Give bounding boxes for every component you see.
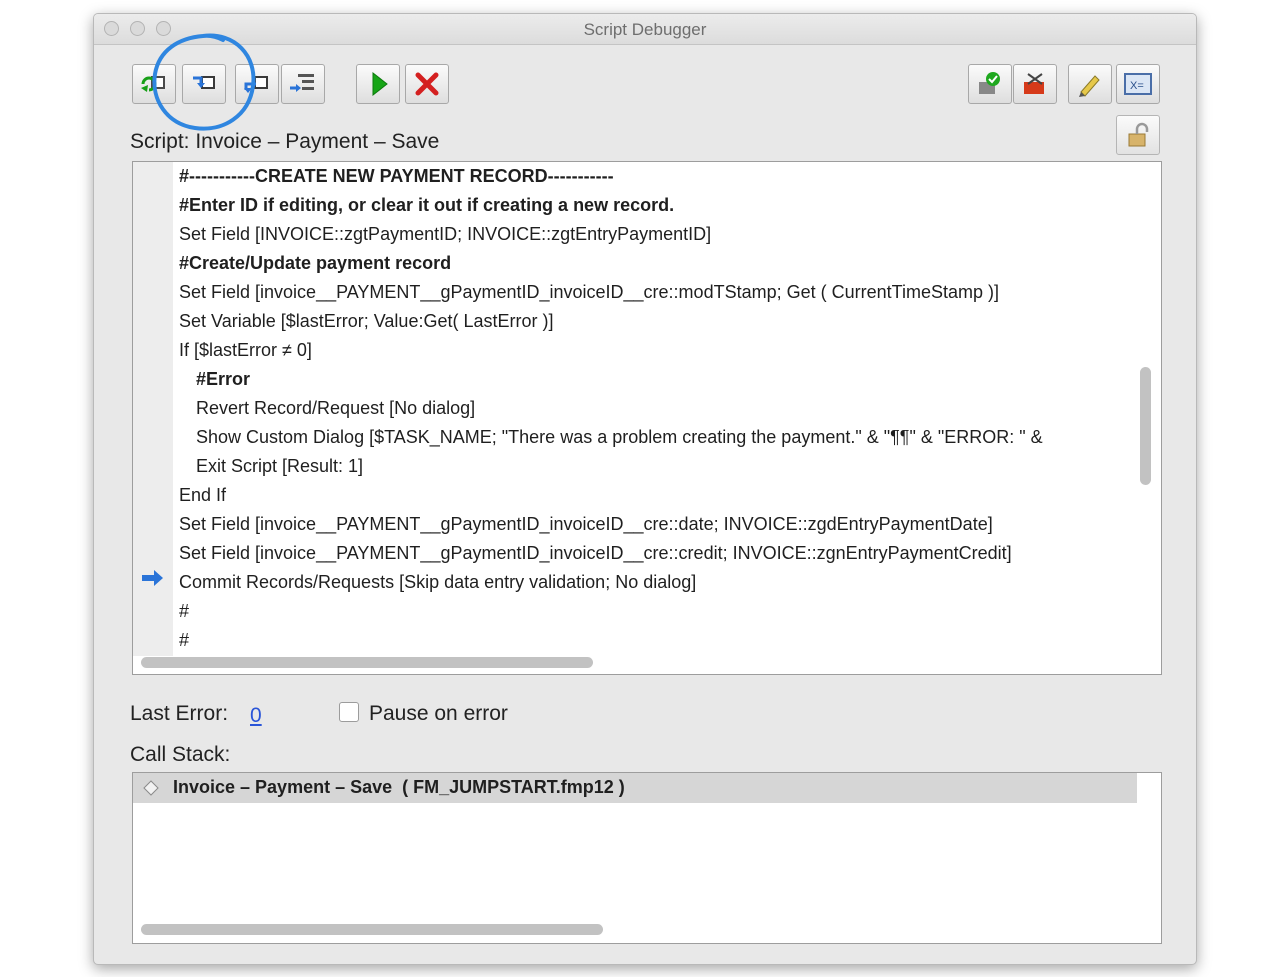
- script-step-line[interactable]: Set Field [invoice__PAYMENT__gPaymentID_…: [179, 278, 1131, 307]
- script-step-line[interactable]: #: [179, 597, 1131, 626]
- call-stack-horizontal-scrollbar[interactable]: [141, 924, 603, 935]
- pencil-icon: [1079, 75, 1100, 97]
- run-button[interactable]: [356, 64, 400, 104]
- script-step-line[interactable]: #Error: [179, 365, 1131, 394]
- call-stack-label: Call Stack:: [130, 743, 231, 766]
- script-icon: [143, 780, 159, 796]
- script-step-line[interactable]: #Enter ID if editing, or clear it out if…: [179, 191, 1131, 220]
- pause-on-error-label[interactable]: Pause on error: [369, 702, 508, 726]
- remove-breakpoints-button[interactable]: [1013, 64, 1057, 104]
- script-step-line[interactable]: If [$lastError ≠ 0]: [179, 336, 1131, 365]
- script-steps-pane[interactable]: #-----------CREATE NEW PAYMENT RECORD---…: [132, 161, 1162, 675]
- script-step-line[interactable]: End If: [179, 481, 1131, 510]
- vertical-scrollbar[interactable]: [1140, 367, 1151, 485]
- set-next-step-icon: [290, 74, 314, 92]
- script-step-line[interactable]: #Create/Update payment record: [179, 249, 1131, 278]
- step-out-button[interactable]: [235, 64, 279, 104]
- current-step-arrow-icon: [142, 570, 163, 586]
- step-into-button[interactable]: [182, 64, 226, 104]
- step-into-icon: [193, 76, 215, 89]
- script-step-line[interactable]: Set Field [INVOICE::zgtPaymentID; INVOIC…: [179, 220, 1131, 249]
- horizontal-scrollbar[interactable]: [141, 657, 593, 668]
- script-step-line[interactable]: Show Custom Dialog [$TASK_NAME; "There w…: [179, 423, 1131, 452]
- remove-breakpoints-icon: [1024, 73, 1044, 94]
- title-bar: Script Debugger: [94, 14, 1196, 45]
- script-step-line[interactable]: Revert Record/Request [No dialog]: [179, 394, 1131, 423]
- last-error-value-link[interactable]: 0: [250, 704, 262, 728]
- call-stack-pane[interactable]: Invoice – Payment – Save ( FM_JUMPSTART.…: [132, 772, 1162, 944]
- breakpoint-icon: [979, 72, 1000, 94]
- red-x-icon: [415, 72, 439, 96]
- script-step-line[interactable]: Commit Records/Requests [Skip data entry…: [179, 568, 1131, 597]
- pause-on-error-checkbox[interactable]: [339, 702, 359, 722]
- data-viewer-button[interactable]: X=: [1116, 64, 1160, 104]
- script-step-line[interactable]: #: [179, 626, 1131, 655]
- step-out-icon: [244, 76, 268, 93]
- green-play-icon: [372, 71, 388, 97]
- set-next-step-button[interactable]: [281, 64, 325, 104]
- svg-text:X=: X=: [1130, 80, 1144, 92]
- call-stack-entry: Invoice – Payment – Save ( FM_JUMPSTART.…: [173, 777, 625, 797]
- script-step-line[interactable]: Exit Script [Result: 1]: [179, 452, 1131, 481]
- set-breakpoint-button[interactable]: [968, 64, 1012, 104]
- script-step-line[interactable]: Set Field [invoice__PAYMENT__gPaymentID_…: [179, 539, 1131, 568]
- script-step-line[interactable]: Set Variable [$lastError; Value:Get( Las…: [179, 307, 1131, 336]
- script-lines: #-----------CREATE NEW PAYMENT RECORD---…: [179, 162, 1131, 655]
- data-viewer-icon: X=: [1124, 73, 1152, 95]
- lock-button[interactable]: [1116, 115, 1160, 155]
- script-debugger-window: Script Debugger X= Script: Invoice – Pay…: [93, 13, 1197, 965]
- script-name-label: Script: Invoice – Payment – Save: [130, 130, 440, 153]
- unlock-icon: [1128, 122, 1149, 147]
- window-title: Script Debugger: [583, 20, 707, 39]
- edit-script-button[interactable]: [1068, 64, 1112, 104]
- call-stack-row[interactable]: Invoice – Payment – Save ( FM_JUMPSTART.…: [133, 773, 1137, 803]
- step-over-icon: [141, 76, 165, 92]
- step-over-button[interactable]: [132, 64, 176, 104]
- script-step-line[interactable]: #-----------CREATE NEW PAYMENT RECORD---…: [179, 162, 1131, 191]
- script-step-line[interactable]: Set Field [invoice__PAYMENT__gPaymentID_…: [179, 510, 1131, 539]
- last-error-label: Last Error:: [130, 702, 229, 725]
- halt-button[interactable]: [405, 64, 449, 104]
